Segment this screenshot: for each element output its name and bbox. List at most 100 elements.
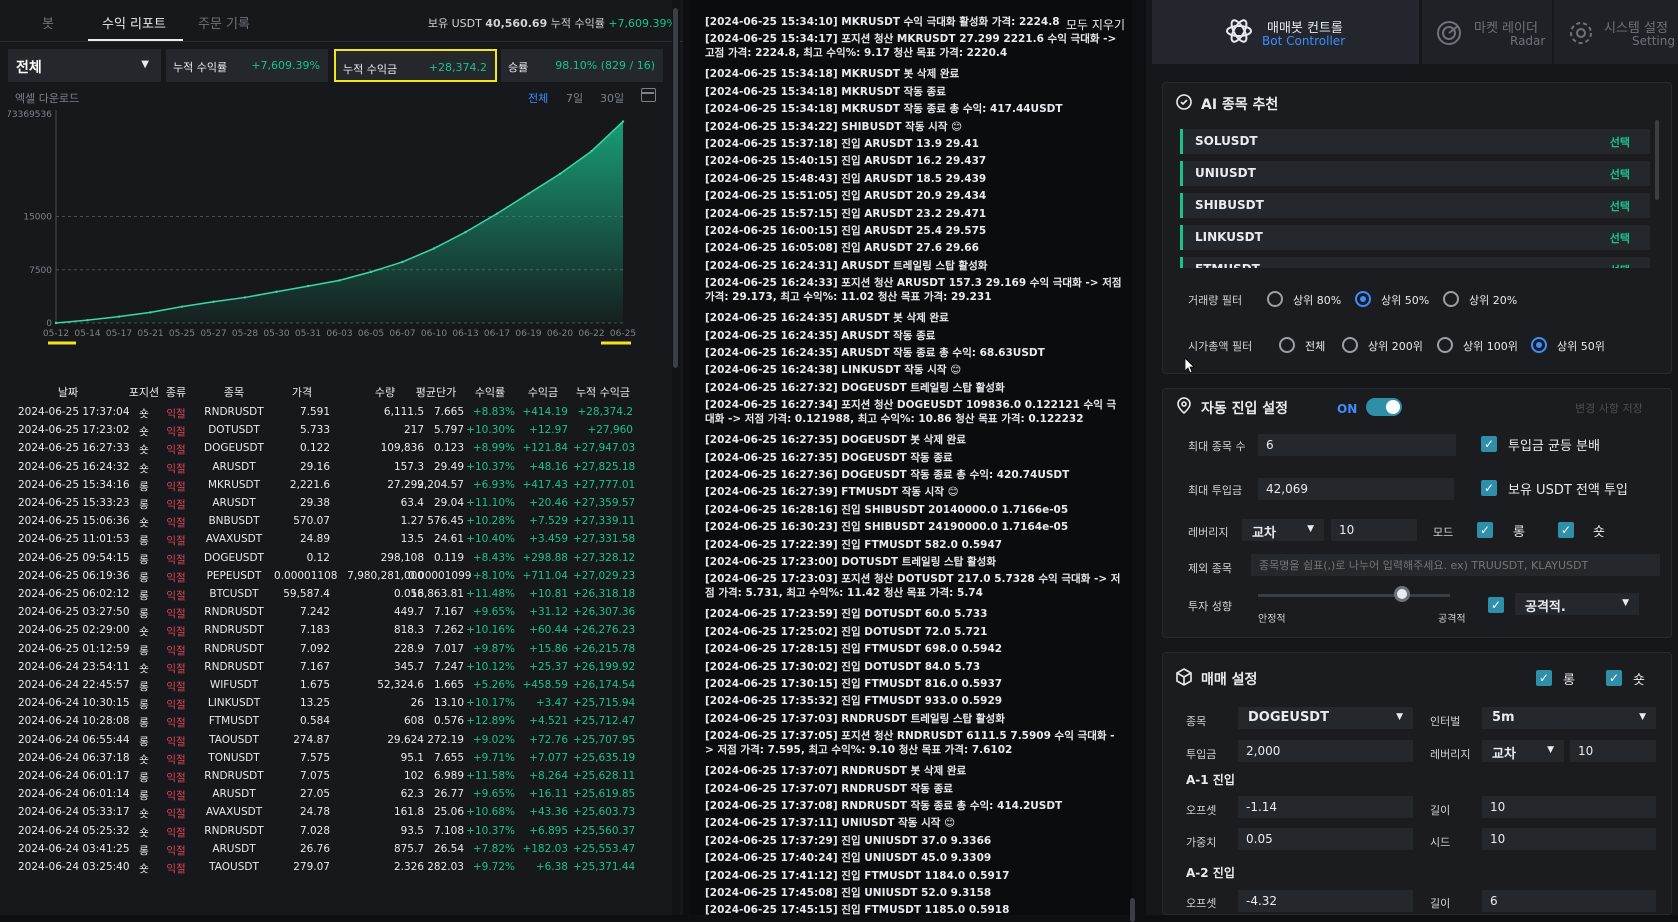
log-scrollbar[interactable] [1130,10,1136,922]
column-header[interactable]: 평균단가 [408,384,464,400]
max-invest-input[interactable] [1258,478,1454,500]
radio-option[interactable] [1355,291,1371,307]
table-row[interactable]: 2024-06-24 03:41:25 롱 익절 ARUSDT 26.76 875.7 26… [8,840,670,859]
tab-system-setting[interactable]: 시스템 설정 Setting [1554,0,1678,64]
radio-option[interactable] [1279,337,1295,353]
calendar-icon[interactable] [641,88,656,102]
column-header[interactable]: 수익률 [465,384,515,400]
ai-list-scrollbar[interactable] [1655,120,1660,270]
table-row[interactable]: 2024-06-25 03:27:50 롱 익절 RNDRUSDT 7.242 449.7… [8,603,670,622]
ai-item[interactable]: UNIUSDT 선택 [1180,161,1650,186]
table-row[interactable]: 2024-06-25 16:27:33 숏 익절 DOGEUSDT 0.122 109,8… [8,439,670,458]
tab-market-radar[interactable]: 마켓 레이더 Radar [1422,0,1552,64]
trade-leverage-input[interactable] [1570,740,1656,762]
trade-long-checkbox[interactable]: ✓ [1536,670,1552,686]
ai-item[interactable]: FTMUSDT 선택 [1180,257,1650,268]
tab-profit-report[interactable]: 수익 리포트 [102,13,166,32]
a1-weight-input[interactable] [1238,828,1413,850]
radio-option[interactable] [1437,337,1453,353]
table-row[interactable]: 2024-06-25 15:34:16 롱 익절 MKRUSDT 2,221.6 27.2… [8,476,670,495]
max-items-input[interactable] [1258,434,1456,456]
table-row[interactable]: 2024-06-25 15:33:23 롱 익절 ARUSDT 29.38 63.4 29.… [8,494,670,513]
column-header[interactable]: 누적 수익금 [573,384,633,400]
symbol-filter-select[interactable]: 전체 ▼ [8,49,161,82]
ai-item-select-button[interactable]: 선택 [1610,198,1630,214]
a1-offset-input[interactable] [1238,796,1413,818]
table-row[interactable]: 2024-06-24 03:25:40 숏 익절 TAOUSDT 279.07 2.326… [8,858,670,877]
scrollbar-thumb[interactable] [673,8,678,368]
tendency-select[interactable]: 공격적. ▼ [1515,593,1639,615]
ai-item-select-button[interactable]: 선택 [1610,230,1630,246]
table-row[interactable]: 2024-06-25 17:23:02 숏 익절 DOTUSDT 5.733 217 5.7… [8,421,670,440]
table-row[interactable]: 2024-06-24 10:28:08 롱 익절 FTMUSDT 0.584 608 0.5… [8,712,670,731]
table-row[interactable]: 2024-06-25 17:37:04 숏 익절 RNDRUSDT 7.591 6,111… [8,403,670,422]
range-all[interactable]: 전체 [528,90,548,106]
table-row[interactable]: 2024-06-25 09:54:15 롱 익절 DOGEUSDT 0.12 298,10… [8,549,670,568]
tab-bot[interactable]: 봇 [42,13,54,32]
auto-entry-toggle[interactable] [1366,398,1402,416]
table-row[interactable]: 2024-06-25 06:02:12 롱 익절 BTCUSDT 59,587.4 0.0… [8,585,670,604]
table-row[interactable]: 2024-06-24 06:01:17 롱 익절 RNDRUSDT 7.075 102 6.… [8,767,670,786]
trade-symbol-select[interactable]: DOGEUSDT ▼ [1238,707,1413,729]
table-row[interactable]: 2024-06-24 05:33:17 숏 익절 AVAXUSDT 24.78 161.8… [8,803,670,822]
table-row[interactable]: 2024-06-24 06:01:14 롱 익절 ARUSDT 27.05 62.3 26.… [8,785,670,804]
trade-leverage-mode-select[interactable]: 교차 ▼ [1482,740,1564,762]
interval-select[interactable]: 5m ▼ [1482,707,1656,729]
radio-option[interactable] [1342,337,1358,353]
tendency-slider-track[interactable] [1258,594,1450,597]
scrollbar-thumb[interactable] [1130,898,1135,922]
all-usdt-checkbox[interactable]: ✓ [1481,480,1497,496]
table-row[interactable]: 2024-06-25 16:24:32 숏 익절 ARUSDT 29.16 157.3 29… [8,458,670,477]
column-header[interactable]: 날짜 [18,384,118,400]
excel-download-link[interactable]: 엑셀 다운로드 [15,90,79,106]
exclude-input[interactable] [1251,554,1660,576]
trade-short-checkbox[interactable]: ✓ [1606,670,1622,686]
a1-length-input[interactable] [1482,796,1656,818]
invest-input[interactable] [1238,740,1413,762]
table-row[interactable]: 2024-06-25 06:19:36 롱 익절 PEPEUSDT 0.00001108… [8,567,670,586]
column-header[interactable]: 포지션 [128,384,160,400]
table-row[interactable]: 2024-06-24 10:30:15 롱 익절 LINKUSDT 13.25 26 13.… [8,694,670,713]
column-header[interactable]: 종목 [195,384,273,400]
column-header[interactable]: 수익금 [518,384,568,400]
table-row[interactable]: 2024-06-24 06:55:44 롱 익절 TAOUSDT 274.87 29.62… [8,731,670,750]
short-mode-checkbox[interactable]: ✓ [1558,522,1574,538]
ai-item-select-button[interactable]: 선택 [1610,134,1630,150]
table-row[interactable]: 2024-06-24 23:54:11 숏 익절 RNDRUSDT 7.167 345.7… [8,658,670,677]
column-header[interactable]: 종류 [161,384,191,400]
range-30d[interactable]: 30일 [600,90,624,106]
leverage-input[interactable] [1331,519,1417,541]
column-header[interactable]: 가격 [274,384,330,400]
ai-item[interactable]: SHIBUSDT 선택 [1180,193,1650,218]
leverage-mode-select[interactable]: 교차 ▼ [1242,519,1324,541]
long-mode-checkbox[interactable]: ✓ [1477,522,1493,538]
tab-order-history[interactable]: 주문 기록 [198,13,250,32]
ai-item-select-button[interactable]: 선택 [1610,262,1630,268]
tendency-checkbox[interactable]: ✓ [1488,597,1504,613]
radio-option[interactable] [1531,337,1547,353]
table-row[interactable]: 2024-06-25 15:06:36 숏 익절 BNBUSDT 570.07 1.27 5… [8,512,670,531]
ai-item[interactable]: LINKUSDT 선택 [1180,225,1650,250]
row-date: 2024-06-24 22:45:57 [18,679,130,691]
a2-length-input[interactable] [1482,890,1656,912]
ai-item[interactable]: SOLUSDT 선택 [1180,129,1650,154]
range-7d[interactable]: 7일 [566,90,583,106]
report-scrollbar[interactable] [672,0,680,915]
table-row[interactable]: 2024-06-25 02:29:00 숏 익절 RNDRUSDT 7.183 818.3… [8,621,670,640]
table-row[interactable]: 2024-06-24 22:45:57 롱 익절 WIFUSDT 1.675 52,324… [8,676,670,695]
equal-split-checkbox[interactable]: ✓ [1481,436,1497,452]
a1-seed-input[interactable] [1482,828,1656,850]
tab-bot-controller[interactable]: 매매봇 컨트롤 Bot Controller [1152,0,1419,64]
radio-option[interactable] [1443,291,1459,307]
table-row[interactable]: 2024-06-25 11:01:53 롱 익절 AVAXUSDT 24.89 13.5 2… [8,530,670,549]
save-changes-button[interactable]: 변경 사항 저장 [1575,400,1643,416]
ai-item-select-button[interactable]: 선택 [1610,166,1630,182]
table-row[interactable]: 2024-06-24 06:37:18 숏 익절 TONUSDT 7.575 95.1 7.… [8,749,670,768]
radio-option[interactable] [1267,291,1283,307]
tendency-slider-knob[interactable] [1394,586,1410,602]
table-row[interactable]: 2024-06-25 01:12:59 롱 익절 RNDRUSDT 7.092 228.9… [8,640,670,659]
row-cum-profit: +27,029.23 [573,569,636,582]
a2-offset-input[interactable] [1238,890,1413,912]
table-row[interactable]: 2024-06-24 05:25:32 숏 익절 RNDRUSDT 7.028 93.5 7… [8,822,670,841]
scrollbar-thumb[interactable] [1655,120,1659,200]
